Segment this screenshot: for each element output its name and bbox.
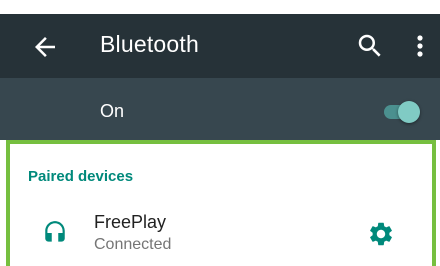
headphones-icon (42, 220, 68, 246)
device-name: FreePlay (94, 212, 167, 232)
arrow-back-icon (35, 37, 55, 57)
back-button[interactable] (30, 32, 60, 62)
more-vert-icon (417, 35, 423, 57)
top-strip (0, 0, 440, 14)
page-title: Bluetooth (100, 31, 199, 57)
toggle-thumb (398, 101, 420, 123)
bluetooth-master-bar[interactable]: On (0, 78, 440, 140)
app-bar: Bluetooth (0, 14, 440, 78)
paired-devices-header: Paired devices (28, 168, 134, 185)
device-status: Connected (94, 236, 172, 253)
search-button[interactable] (355, 31, 385, 61)
device-row-freeplay[interactable]: FreePlay Connected (10, 200, 432, 266)
bluetooth-toggle[interactable] (378, 99, 426, 127)
gear-icon (370, 222, 392, 246)
more-options-button[interactable] (410, 31, 430, 61)
master-switch-label: On (100, 101, 125, 121)
device-settings-button[interactable] (367, 220, 395, 248)
search-icon (358, 34, 381, 57)
